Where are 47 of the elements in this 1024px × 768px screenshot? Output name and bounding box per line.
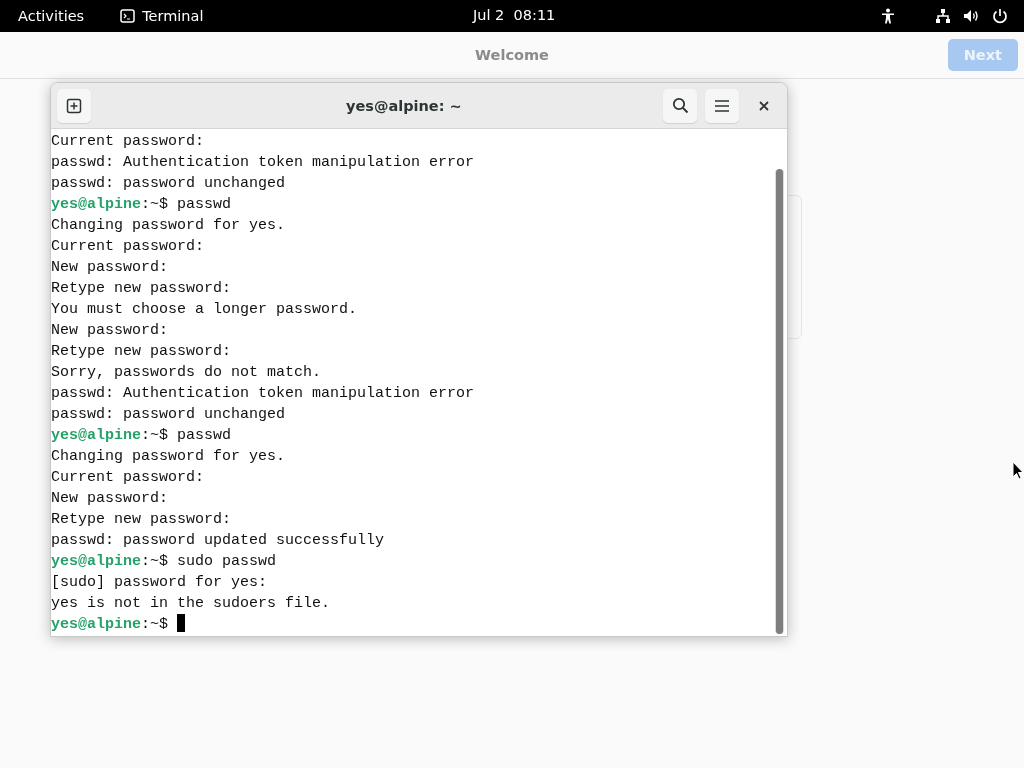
prompt-command: :~$ sudo passwd xyxy=(141,553,277,570)
terminal-output: New password: xyxy=(51,259,169,276)
terminal-output: passwd: Authentication token manipulation error xyxy=(51,154,475,171)
terminal-output: You must choose a longer password. xyxy=(51,301,358,318)
menu-button[interactable] xyxy=(705,88,739,123)
search-button[interactable] xyxy=(663,88,697,123)
prompt-user: yes@alpine xyxy=(51,553,141,570)
terminal-output: New password: xyxy=(51,322,169,339)
terminal-output: passwd: Authentication token manipulation error xyxy=(51,385,475,402)
prompt-user: yes@alpine xyxy=(51,196,141,213)
power-icon[interactable] xyxy=(992,8,1008,24)
close-icon xyxy=(759,100,769,111)
search-icon xyxy=(671,97,689,114)
prompt-command: :~$ passwd xyxy=(141,196,232,213)
prompt-command: :~$ passwd xyxy=(141,427,232,444)
menu-icon xyxy=(714,98,730,113)
terminal-output: [sudo] password for yes: xyxy=(51,574,268,591)
terminal-output: Current password: xyxy=(51,469,205,486)
window-title: yes@alpine: ~ xyxy=(346,97,462,114)
terminal-output: Changing password for yes. xyxy=(51,217,286,234)
terminal-output: New password: xyxy=(51,490,169,507)
terminal-output: passwd: password updated successfully xyxy=(51,532,385,549)
terminal-output: passwd: password unchanged xyxy=(51,406,286,423)
network-icon[interactable] xyxy=(935,8,951,24)
volume-icon[interactable] xyxy=(963,8,980,24)
prompt-user: yes@alpine xyxy=(51,616,141,633)
prompt-user: yes@alpine xyxy=(51,427,141,444)
terminal-output: Retype new password: xyxy=(51,343,232,360)
terminal-output: Retype new password: xyxy=(51,280,232,297)
scrollbar[interactable] xyxy=(775,169,784,634)
terminal-output: Current password: xyxy=(51,238,205,255)
terminal-output: Retype new password: xyxy=(51,511,232,528)
terminal-output: Sorry, passwords do not match. xyxy=(51,364,322,381)
pointer-icon xyxy=(1012,461,1024,480)
activities-button[interactable]: Activities xyxy=(18,8,85,24)
terminal-output: Changing password for yes. xyxy=(51,448,286,465)
new-tab-button[interactable] xyxy=(57,88,91,123)
terminal-icon xyxy=(120,9,136,23)
window-title: Welcome xyxy=(475,47,549,63)
plus-icon xyxy=(66,97,82,114)
clock[interactable]: Jul 2 08:11 xyxy=(473,7,556,23)
terminal-output: Current password: xyxy=(51,133,205,150)
prompt-command: :~$ xyxy=(141,616,170,633)
terminal-output: yes is not in the sudoers file. xyxy=(51,595,331,612)
terminal-output: passwd: password unchanged xyxy=(51,175,286,192)
app-menu[interactable]: Terminal xyxy=(142,8,204,24)
accessibility-icon[interactable] xyxy=(881,8,895,24)
